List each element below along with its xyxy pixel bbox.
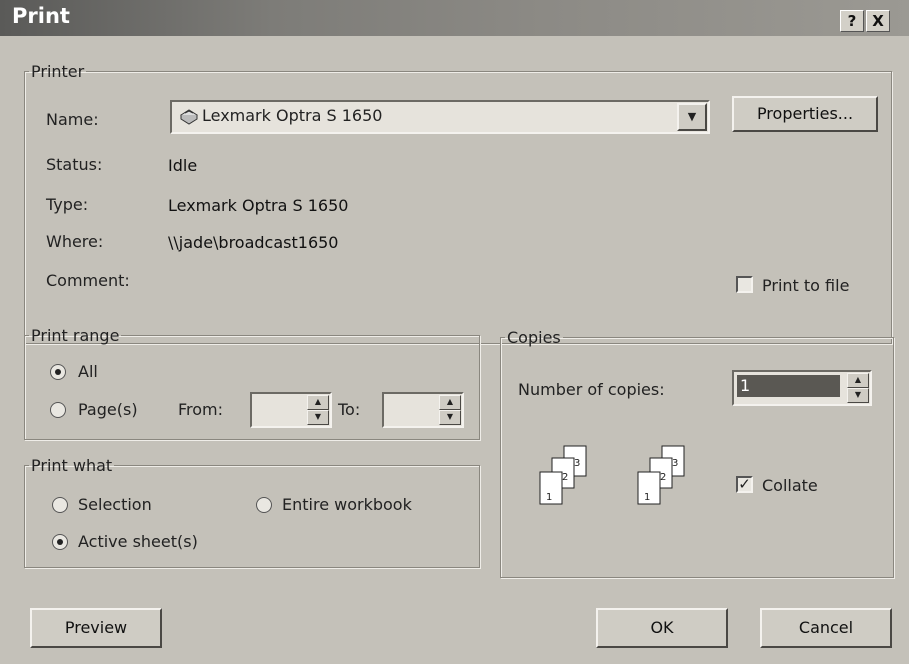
collate2-page-3-label: 3 [672, 458, 679, 469]
collate-label: Collate [762, 476, 818, 495]
printer-name-value: Lexmark Optra S 1650 [202, 106, 383, 125]
print-what-active-sheets-radio[interactable] [52, 534, 68, 550]
from-spinner[interactable]: ▲ ▼ [250, 392, 332, 428]
help-button[interactable]: ? [840, 10, 864, 32]
print-range-legend: Print range [31, 326, 120, 345]
name-label: Name: [46, 110, 99, 129]
collate-page-2-label: 2 [562, 472, 569, 483]
to-down-arrow-icon[interactable]: ▼ [439, 410, 461, 425]
number-of-copies-value: 1 [737, 375, 840, 397]
print-range-pages-label: Page(s) [78, 400, 138, 419]
copies-up-arrow-icon[interactable]: ▲ [847, 373, 869, 388]
window-title: Print [12, 4, 70, 28]
to-up-arrow-icon[interactable]: ▲ [439, 395, 461, 410]
print-what-selection-radio[interactable] [52, 497, 68, 513]
printer-dropdown-button[interactable]: ▼ [677, 103, 707, 131]
to-spinner[interactable]: ▲ ▼ [382, 392, 464, 428]
print-range-all-radio[interactable] [50, 364, 66, 380]
print-what-active-sheets-label: Active sheet(s) [78, 532, 198, 551]
chevron-down-icon: ▼ [687, 110, 697, 123]
type-value: Lexmark Optra S 1650 [168, 196, 349, 215]
collate-pages-icon: 3 2 1 [538, 444, 590, 508]
print-dialog: Printer Name: Lexmark Optra S 1650 ▼ Pro… [0, 36, 909, 664]
printer-name-combo[interactable]: Lexmark Optra S 1650 ▼ [170, 100, 710, 134]
collate2-page-1-label: 1 [644, 492, 651, 503]
print-to-file-label: Print to file [762, 276, 850, 295]
preview-button[interactable]: Preview [30, 608, 162, 648]
printer-icon [178, 107, 200, 125]
copies-legend: Copies [507, 328, 561, 347]
from-label: From: [178, 400, 224, 419]
print-what-entire-workbook-label: Entire workbook [282, 495, 412, 514]
status-label: Status: [46, 155, 103, 174]
print-what-selection-label: Selection [78, 495, 152, 514]
from-down-arrow-icon[interactable]: ▼ [307, 410, 329, 425]
properties-button[interactable]: Properties... [732, 96, 878, 132]
type-label: Type: [46, 195, 89, 214]
collate2-page-2-label: 2 [660, 472, 667, 483]
where-value: \\jade\broadcast1650 [168, 233, 339, 252]
print-range-all-label: All [78, 362, 98, 381]
printer-legend: Printer [31, 62, 85, 81]
title-bar: Print ? X [0, 0, 909, 36]
print-what-legend: Print what [31, 456, 113, 475]
print-what-entire-workbook-radio[interactable] [256, 497, 272, 513]
copies-down-arrow-icon[interactable]: ▼ [847, 388, 869, 403]
print-to-file-checkbox[interactable] [736, 276, 753, 293]
number-of-copies-label: Number of copies: [518, 380, 665, 399]
print-range-pages-radio[interactable] [50, 402, 66, 418]
to-label: To: [338, 400, 361, 419]
close-button[interactable]: X [866, 10, 890, 32]
where-label: Where: [46, 232, 104, 251]
collate-pages-icon-2: 3 2 1 [636, 444, 688, 508]
ok-button[interactable]: OK [596, 608, 728, 648]
collate-checkbox[interactable]: ✓ [736, 476, 753, 493]
cancel-button[interactable]: Cancel [760, 608, 892, 648]
status-value: Idle [168, 156, 198, 175]
collate-page-1-label: 1 [546, 492, 553, 503]
number-of-copies-spinner[interactable]: 1 ▲ ▼ [732, 370, 872, 406]
checkmark-icon: ✓ [738, 475, 751, 493]
collate-page-3-label: 3 [574, 458, 581, 469]
comment-label: Comment: [46, 271, 130, 290]
from-up-arrow-icon[interactable]: ▲ [307, 395, 329, 410]
